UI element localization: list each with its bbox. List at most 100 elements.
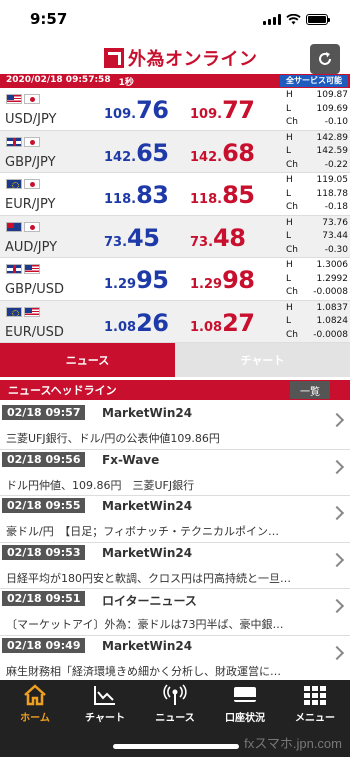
change-label: Ch: [286, 117, 298, 127]
high-low-change: H 119.05 L 118.78 Ch -0.18: [284, 174, 348, 215]
currency-pair: EUR/USD: [5, 324, 64, 340]
ask-price-prefix: 73.: [190, 234, 214, 250]
flag-jp-icon: [24, 221, 40, 232]
news-headline: ドル円仲値、109.86円 三菱UFJ銀行: [6, 478, 195, 492]
flag-us-icon: [24, 306, 40, 317]
tabbar-news-label: ニュース: [155, 713, 195, 724]
bid-price-prefix: 1.29: [104, 277, 137, 292]
news-item[interactable]: 02/18 09:57 MarketWin24 三菱UFJ銀行、ドル/円の公表仲値1…: [0, 403, 350, 450]
watermark: fxスマホ.jpn.com: [244, 736, 342, 751]
high-low-change: H 142.89 L 142.59 Ch -0.22: [284, 132, 348, 173]
currency-flags: [6, 306, 40, 317]
news-source: MarketWin24: [102, 499, 193, 513]
change-label: Ch: [286, 287, 298, 297]
bid-price-pips: 45: [127, 223, 160, 252]
ask-price-pips: 27: [222, 308, 255, 337]
rate-row[interactable]: USD/JPY 109. 76 109. 77 H 109.87 L 109.69 Ch -0.10: [0, 88, 350, 131]
ask-price[interactable]: 118. 85: [190, 181, 256, 209]
ask-price[interactable]: 73. 48: [190, 224, 256, 252]
refresh-button[interactable]: [310, 44, 340, 74]
chevron-right-icon: [329, 459, 345, 474]
news-section-title: ニュースヘッドライン: [8, 384, 117, 397]
rate-row[interactable]: AUD/JPY 73. 45 73. 48 H 73.76 L 73.44 Ch -0.30: [0, 215, 350, 258]
high-value: 119.05: [316, 175, 349, 185]
high-label: H: [286, 132, 293, 143]
tabbar-home[interactable]: ホーム: [0, 680, 70, 728]
tabbar-news[interactable]: ニュース: [140, 680, 210, 728]
news-all-button[interactable]: 一覧: [290, 381, 330, 399]
tab-chart[interactable]: チャート: [175, 343, 350, 377]
news-source: MarketWin24: [102, 545, 193, 560]
low-label: L: [286, 231, 292, 241]
news-time: 02/18 09:56: [2, 451, 86, 467]
ask-price-prefix: 109.: [190, 107, 223, 122]
rate-list: USD/JPY 109. 76 109. 77 H 109.87 L 109.69 Ch -0.10…: [0, 88, 350, 343]
bid-price[interactable]: 118. 83: [104, 181, 170, 209]
low-label: L: [286, 188, 292, 199]
flag-gb-icon: [6, 264, 22, 274]
bid-price-prefix: 1.08: [104, 319, 137, 335]
currency-pair: GBP/USD: [5, 282, 64, 297]
bottom-tab-bar: ホーム チャート ニュース 口座状況 メニュー fxスマホ.jpn.com: [0, 680, 350, 757]
change-label: Ch: [286, 244, 298, 255]
change-value: -0.0008: [313, 329, 348, 340]
low-label: L: [286, 146, 292, 156]
ask-price[interactable]: 109. 77: [190, 96, 256, 124]
news-item[interactable]: 02/18 09:55 MarketWin24 豪ドル/円 【日足；フィボナッチ・テ…: [0, 496, 350, 543]
tab-news[interactable]: ニュース: [0, 343, 175, 377]
chart-icon: [92, 684, 118, 706]
news-item[interactable]: 02/18 09:51 ロイターニュース 〔マーケットアイ〕外為：豪ドルは73円半ば…: [0, 589, 350, 636]
flag-eu-icon: [6, 179, 22, 189]
news-headline: 〔マーケットアイ〕外為：豪ドルは73円半ば、豪中銀…: [6, 618, 284, 631]
news-item[interactable]: 02/18 09:56 Fx-Wave ドル円仲値、109.86円 三菱UFJ銀行: [0, 450, 350, 496]
bid-price-pips: 76: [136, 96, 169, 124]
bid-price[interactable]: 73. 45: [104, 224, 170, 252]
bid-price-prefix: 73.: [104, 234, 128, 250]
ask-price[interactable]: 1.29 98: [190, 266, 256, 294]
change-value: -0.30: [324, 244, 348, 255]
home-indicator[interactable]: [113, 744, 239, 749]
change-label: Ch: [286, 159, 298, 170]
chevron-right-icon: [329, 598, 345, 614]
bid-price[interactable]: 109. 76: [104, 96, 170, 124]
rate-row[interactable]: EUR/USD 1.08 26 1.08 27 H 1.0837 L 1.0824 Ch -0.00…: [0, 300, 350, 343]
news-item[interactable]: 02/18 09:49 MarketWin24 麻生財務相「経済環境きめ細かく分析し…: [0, 636, 350, 680]
news-item[interactable]: 02/18 09:53 MarketWin24 日経平均が180円安と軟調、クロス円…: [0, 543, 350, 589]
rate-row[interactable]: GBP/USD 1.29 95 1.29 98 H 1.3006 L 1.2992 Ch -0.00…: [0, 258, 350, 301]
high-label: H: [286, 260, 293, 270]
ask-price-prefix: 1.29: [190, 277, 223, 292]
news-time: 02/18 09:57: [2, 405, 86, 420]
ask-price[interactable]: 142. 68: [190, 139, 256, 167]
bid-price[interactable]: 1.29 95: [104, 266, 170, 294]
battery-icon: [306, 13, 330, 25]
high-value: 142.89: [316, 132, 349, 143]
news-source: MarketWin24: [102, 406, 193, 420]
tabbar-account[interactable]: 口座状況: [210, 680, 280, 728]
tabbar-account-label: 口座状況: [225, 713, 265, 724]
tabbar-chart[interactable]: チャート: [70, 680, 140, 728]
currency-pair: EUR/JPY: [5, 197, 56, 212]
account-icon: [232, 684, 258, 706]
bid-price[interactable]: 142. 65: [104, 139, 170, 167]
tabbar-menu[interactable]: メニュー: [280, 680, 350, 728]
flag-jp-icon: [24, 179, 40, 189]
news-headline: 日経平均が180円安と軟調、クロス円は円高持続と一旦…: [6, 571, 291, 585]
high-low-change: H 1.0837 L 1.0824 Ch -0.0008: [284, 302, 348, 343]
flag-us-icon: [24, 264, 40, 274]
rate-row[interactable]: EUR/JPY 118. 83 118. 85 H 119.05 L 118.78 Ch -0.18: [0, 173, 350, 216]
high-low-change: H 109.87 L 109.69 Ch -0.10: [284, 89, 348, 130]
ask-price[interactable]: 1.08 27: [190, 309, 256, 337]
low-value: 73.44: [322, 231, 348, 241]
news-source: Fx-Wave: [102, 452, 160, 467]
wifi-icon: [286, 13, 301, 24]
flag-gb-icon: [6, 136, 22, 147]
app-header: 外為オンライン: [0, 38, 350, 74]
currency-flags: [6, 136, 40, 147]
change-value: -0.22: [324, 159, 348, 170]
rate-row[interactable]: GBP/JPY 142. 65 142. 68 H 142.89 L 142.59 Ch -0.22: [0, 130, 350, 173]
bid-price[interactable]: 1.08 26: [104, 309, 170, 337]
currency-flags: [6, 94, 40, 104]
content-tabs: ニュース チャート: [0, 343, 350, 377]
bid-price-pips: 83: [136, 181, 169, 209]
change-value: -0.10: [324, 117, 348, 127]
